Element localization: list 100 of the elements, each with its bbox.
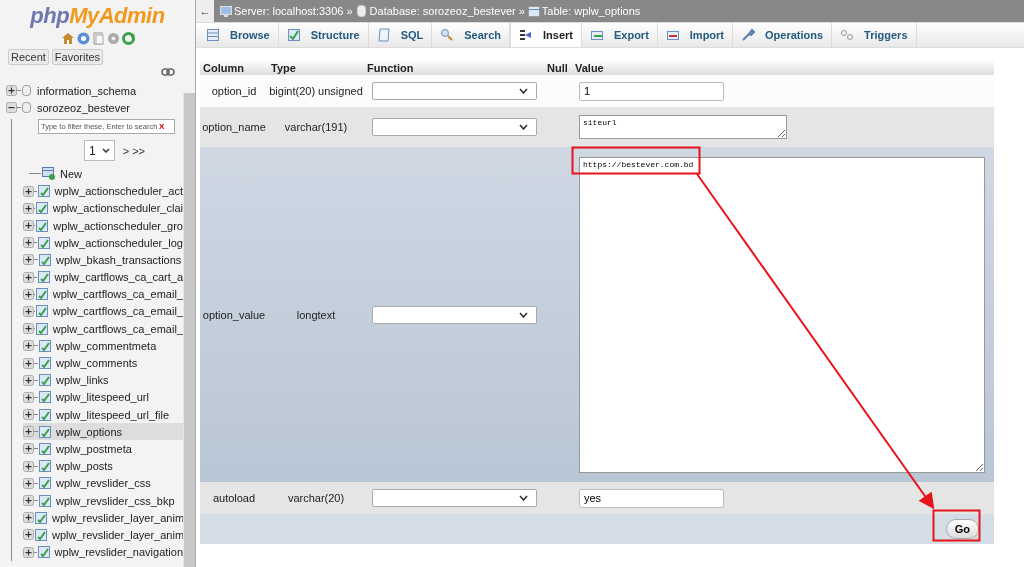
column-header: Type xyxy=(270,61,297,74)
scrollbar[interactable] xyxy=(183,93,195,567)
table-name[interactable]: wplw_revslider_css_bkp xyxy=(56,494,175,507)
table-name[interactable]: wplw_cartflows_ca_email_ xyxy=(52,322,183,335)
table-name[interactable]: wplw_actionscheduler_log xyxy=(54,236,183,249)
expand-icon[interactable] xyxy=(23,220,34,232)
table-name[interactable]: wplw_actionscheduler_clai xyxy=(52,202,183,215)
table-name[interactable]: wplw_comments xyxy=(56,357,138,370)
database-name[interactable]: information_schema xyxy=(37,84,137,97)
expand-icon[interactable] xyxy=(6,85,17,97)
table-name[interactable]: wplw_revslider_layer_anim xyxy=(52,511,183,524)
expand-icon[interactable] xyxy=(23,391,34,403)
tab[interactable]: SQL xyxy=(368,23,433,47)
table-name[interactable]: wplw_links xyxy=(56,374,109,387)
table-name[interactable]: wplw_options xyxy=(56,425,123,438)
expand-icon[interactable] xyxy=(23,237,34,249)
table-name[interactable]: wplw_commentmeta xyxy=(56,339,157,352)
value-field[interactable]: 1 xyxy=(579,81,724,101)
expand-icon[interactable] xyxy=(23,202,34,214)
column-name: option_name xyxy=(201,121,267,133)
clear-button[interactable]: X xyxy=(159,122,165,132)
table-icon xyxy=(37,546,51,559)
new-table-link[interactable]: New xyxy=(60,167,82,180)
expand-icon[interactable] xyxy=(23,357,34,369)
expand-icon[interactable] xyxy=(23,340,34,352)
export-icon xyxy=(589,28,604,42)
table-icon xyxy=(39,494,52,507)
sidebar-button[interactable]: Favorites xyxy=(51,49,104,65)
table-name[interactable]: wplw_cartflows_ca_email_ xyxy=(52,288,183,301)
back-button[interactable]: ← xyxy=(196,0,214,22)
table-name[interactable]: wplw_revslider_css xyxy=(56,477,151,490)
expand-icon[interactable] xyxy=(23,495,34,507)
table-name[interactable]: wplw_actionscheduler_gro xyxy=(53,219,183,232)
chevron-icon xyxy=(519,124,528,130)
table-name[interactable]: wplw_litespeed_url_file xyxy=(56,408,170,421)
database-icon xyxy=(22,102,31,114)
expand-icon[interactable] xyxy=(23,271,34,283)
table-icon xyxy=(39,374,52,387)
expand-icon[interactable] xyxy=(23,443,34,455)
breadcrumb-link[interactable]: Server: localhost:3306 xyxy=(234,5,344,17)
tab[interactable]: Export xyxy=(581,23,658,47)
reload-icon[interactable] xyxy=(121,31,135,45)
breadcrumb-link[interactable]: Database: sorozeoz_bestever xyxy=(369,5,516,17)
table-name[interactable]: wplw_posts xyxy=(56,460,113,473)
table-name[interactable]: wplw_actionscheduler_act xyxy=(54,185,183,198)
home-icon[interactable] xyxy=(60,31,75,45)
table-name[interactable]: wplw_revslider_layer_anim xyxy=(52,528,183,541)
table-icon xyxy=(39,425,52,438)
chevron-icon xyxy=(519,88,528,94)
help-icon[interactable] xyxy=(76,31,90,45)
expand-icon[interactable] xyxy=(23,305,34,317)
value-field[interactable]: siteurl xyxy=(579,115,787,139)
expand-icon[interactable] xyxy=(23,185,34,197)
expand-icon[interactable] xyxy=(23,323,34,335)
tab[interactable]: Triggers xyxy=(832,23,917,47)
wrench-icon xyxy=(741,28,756,42)
column-header: Column xyxy=(202,61,245,74)
table-icon xyxy=(206,28,220,42)
collapse-icon[interactable] xyxy=(6,102,17,114)
table-name[interactable]: wplw_cartflows_ca_email_ xyxy=(52,305,183,318)
table-name[interactable]: wplw_cartflows_ca_cart_a xyxy=(54,271,183,284)
tab[interactable]: Insert xyxy=(510,23,582,47)
database-name[interactable]: sorozeoz_bestever xyxy=(37,101,130,114)
tab[interactable]: Operations xyxy=(733,23,833,47)
column-type: varchar(191) xyxy=(283,121,349,133)
page-navigation[interactable]: > >> xyxy=(122,144,145,157)
tab[interactable]: Structure xyxy=(278,23,369,47)
table-name[interactable]: wplw_litespeed_url xyxy=(56,391,149,404)
logo[interactable]: phpMyAdmin xyxy=(30,3,165,29)
table-icon xyxy=(37,236,51,249)
expand-icon[interactable] xyxy=(23,460,34,472)
table-name[interactable]: wplw_bkash_transactions xyxy=(56,253,182,266)
expand-icon[interactable] xyxy=(23,374,34,386)
expand-icon[interactable] xyxy=(23,512,34,524)
expand-icon[interactable] xyxy=(23,477,34,489)
insert-icon xyxy=(519,28,533,42)
link-icon[interactable] xyxy=(161,68,175,76)
column-name: option_id xyxy=(210,85,258,97)
page-select[interactable]: 1 xyxy=(84,140,115,162)
tab[interactable]: Import xyxy=(657,23,734,47)
go-button[interactable]: Go xyxy=(945,519,979,539)
expand-icon[interactable] xyxy=(23,529,34,541)
breadcrumb-link[interactable]: Table: wplw_options xyxy=(541,5,641,17)
column-header: Function xyxy=(366,61,415,74)
tab[interactable]: Search xyxy=(432,23,510,47)
sidebar-button[interactable]: Recent xyxy=(8,49,49,65)
value-field[interactable]: https://bestever.com.bd xyxy=(579,156,985,473)
expand-icon[interactable] xyxy=(23,288,34,300)
table-icon xyxy=(35,288,49,301)
table-name[interactable]: wplw_revslider_navigation xyxy=(54,546,183,559)
expand-icon[interactable] xyxy=(23,426,34,438)
expand-icon[interactable] xyxy=(23,409,34,421)
expand-icon[interactable] xyxy=(23,254,34,266)
tab[interactable]: Browse xyxy=(198,23,279,47)
table-name[interactable]: wplw_postmeta xyxy=(56,442,132,455)
triggers-icon xyxy=(840,28,855,42)
value-field[interactable]: yes xyxy=(579,488,724,508)
column-header: Null xyxy=(546,61,569,74)
column-header: Value xyxy=(574,61,605,74)
expand-icon[interactable] xyxy=(23,546,34,558)
